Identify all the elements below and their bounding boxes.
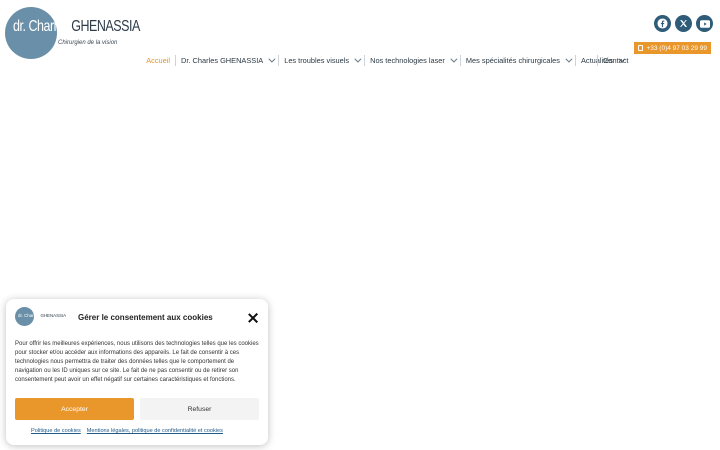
cookie-description: Pour offrir les meilleures expériences, …	[15, 341, 259, 383]
cookie-logo-text: dr. Charles GHENASSIA	[18, 313, 66, 318]
cookie-logo-last: GHENASSIA	[40, 313, 67, 318]
main-nav: Accueil Dr. Charles GHENASSIA Les troubl…	[141, 55, 628, 66]
nav-item-accueil[interactable]: Accueil	[141, 55, 175, 66]
nav-item-label: Mes spécialités chirurgicales	[465, 56, 560, 65]
page: dr. Charles GHENASSIA Chirurgien de la v…	[0, 0, 720, 450]
site-logo[interactable]: dr. Charles GHENASSIA Chirurgien de la v…	[5, 7, 140, 59]
legal-notice-link[interactable]: Mentions légales, politique de confident…	[87, 428, 223, 434]
close-icon[interactable]	[247, 312, 259, 324]
chevron-down-icon	[450, 55, 458, 63]
nav-item-specialites[interactable]: Mes spécialités chirurgicales	[459, 55, 575, 66]
logo-tagline: Chirurgien de la vision	[58, 40, 118, 46]
cookie-logo: dr. Charles GHENASSIA	[15, 307, 66, 327]
nav-item-label: Dr. Charles GHENASSIA	[181, 56, 264, 65]
facebook-icon[interactable]	[654, 15, 671, 32]
nav-item-contact[interactable]: Contact	[597, 55, 628, 66]
cookie-policy-link[interactable]: Politique de cookies	[31, 428, 81, 434]
nav-item-dr-charles-ghenassia[interactable]: Dr. Charles GHENASSIA	[175, 55, 278, 66]
cookie-logo-first: dr. Charles	[18, 313, 40, 318]
cookie-links: Politique de cookies Mentions légales, p…	[31, 428, 223, 434]
nav-item-label: Les troubles visuels	[284, 56, 350, 65]
nav-item-label: Nos technologies laser	[370, 56, 445, 65]
nav-item-technologies-laser[interactable]: Nos technologies laser	[364, 55, 460, 66]
chevron-down-icon	[268, 55, 276, 63]
x-icon[interactable]	[675, 15, 692, 32]
nav-item-troubles-visuels[interactable]: Les troubles visuels	[278, 55, 364, 66]
cookie-consent-dialog: dr. Charles GHENASSIA Gérer le consentem…	[6, 299, 268, 445]
phone-button[interactable]: +33 (0)4 97 03 29 99	[634, 42, 711, 54]
phone-number: +33 (0)4 97 03 29 99	[646, 44, 707, 52]
nav-item-label: Contact	[603, 56, 629, 65]
cookie-title: Gérer le consentement aux cookies	[78, 313, 213, 322]
logo-last-name: GHENASSIA	[71, 18, 140, 35]
phone-icon	[638, 45, 644, 51]
logo-name: dr. Charles GHENASSIA	[13, 18, 140, 36]
logo-first-name: dr. Charles	[13, 18, 69, 35]
accept-button[interactable]: Accepter	[15, 398, 134, 420]
chevron-down-icon	[565, 55, 573, 63]
refuse-button[interactable]: Refuser	[140, 398, 259, 420]
chevron-down-icon	[354, 55, 362, 63]
nav-item-label: Accueil	[146, 56, 171, 65]
social-links	[654, 15, 713, 32]
youtube-icon[interactable]	[696, 15, 713, 32]
